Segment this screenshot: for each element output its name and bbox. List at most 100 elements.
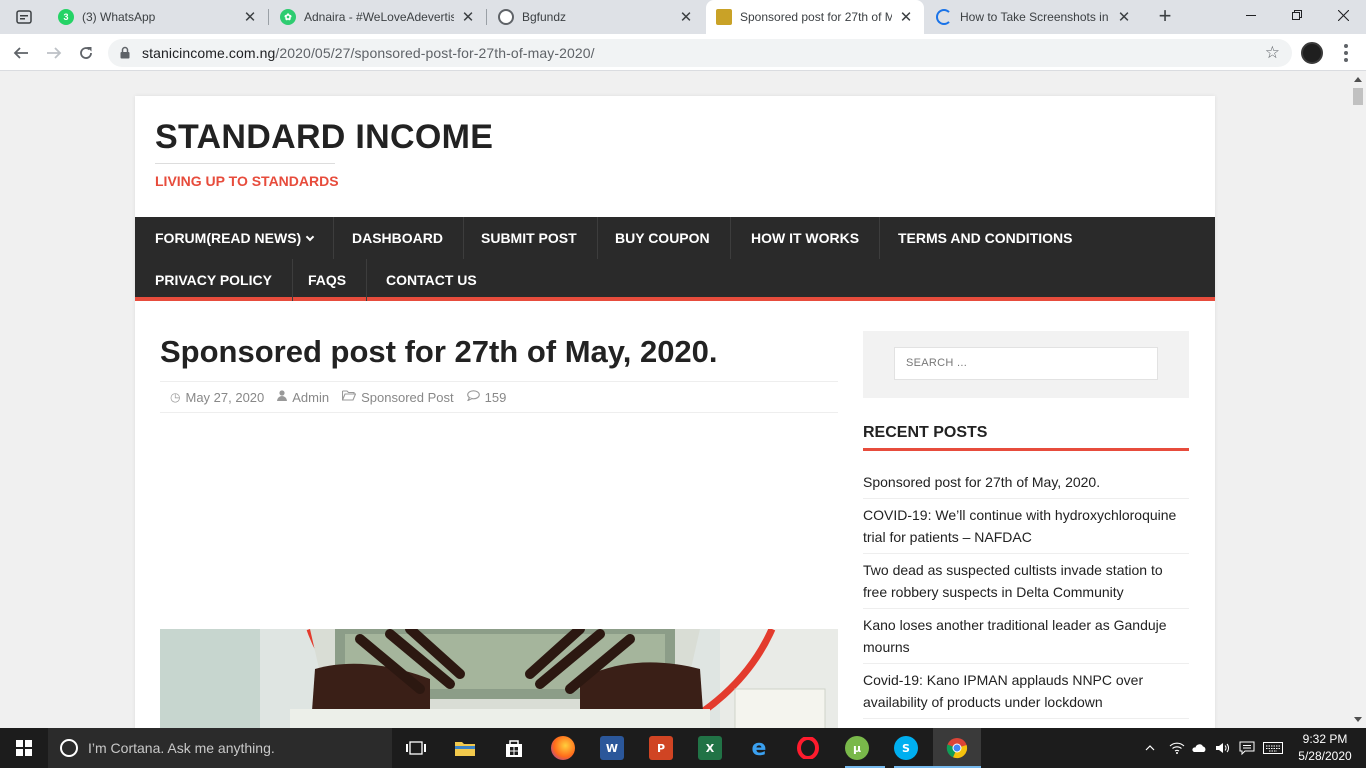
close-tab-icon[interactable]: ✕ xyxy=(460,8,476,26)
kebab-menu-icon[interactable] xyxy=(1338,41,1354,65)
cortana-icon xyxy=(60,739,78,757)
star-icon[interactable]: ☆ xyxy=(1265,43,1280,63)
nav-terms[interactable]: TERMS AND CONDITIONS xyxy=(878,217,1092,259)
edge-icon[interactable]: e xyxy=(747,736,771,761)
scroll-up-icon[interactable] xyxy=(1354,77,1362,82)
tab-title: (3) WhatsApp xyxy=(82,10,156,24)
chevron-down-icon xyxy=(305,232,315,242)
title-divider xyxy=(155,163,335,164)
word-icon[interactable]: W xyxy=(600,736,624,760)
lock-icon[interactable] xyxy=(120,46,130,59)
close-tab-icon[interactable]: ✕ xyxy=(1116,8,1132,26)
system-clock[interactable]: 9:32 PM 5/28/2020 xyxy=(1290,731,1360,765)
close-tab-icon[interactable]: ✕ xyxy=(898,8,914,26)
profile-avatar[interactable] xyxy=(1301,42,1323,64)
start-button[interactable] xyxy=(0,728,48,768)
post-featured-image xyxy=(160,629,838,728)
nav-label: FAQS xyxy=(308,272,347,288)
url-text[interactable]: stanicincome.com.ng/2020/05/27/sponsored… xyxy=(142,45,595,61)
opera-icon[interactable] xyxy=(796,736,820,760)
comment-icon xyxy=(466,390,480,404)
recent-post-link[interactable]: COVID-19: We’ll continue with hydroxychl… xyxy=(863,499,1189,554)
store-icon[interactable] xyxy=(502,736,526,760)
back-arrow-icon[interactable] xyxy=(8,40,34,66)
nav-contact-us[interactable]: CONTACT US xyxy=(366,259,497,301)
tab-search-icon[interactable] xyxy=(14,8,34,26)
address-bar[interactable]: stanicincome.com.ng/2020/05/27/sponsored… xyxy=(108,39,1292,67)
folder-icon xyxy=(342,390,357,404)
recent-post-link[interactable]: Two dead as suspected cultists invade st… xyxy=(863,554,1189,609)
nav-faqs[interactable]: FAQS xyxy=(288,259,368,301)
site-title[interactable]: STANDARD INCOME xyxy=(155,118,493,157)
post-date[interactable]: ◷ May 27, 2020 xyxy=(170,390,264,405)
scrollbar-thumb[interactable] xyxy=(1353,88,1363,105)
restore-button[interactable] xyxy=(1274,0,1320,30)
task-view-icon[interactable] xyxy=(404,736,428,760)
post-title: Sponsored post for 27th of May, 2020. xyxy=(160,334,718,369)
url-host: stanicincome.com.ng xyxy=(142,45,276,61)
nav-label: HOW IT WORKS xyxy=(751,230,860,246)
tab-title: Sponsored post for 27th of M xyxy=(740,10,892,24)
nav-forum[interactable]: FORUM(READ NEWS) xyxy=(135,217,335,259)
search-input[interactable]: SEARCH ... xyxy=(894,347,1158,380)
page-scrollbar[interactable] xyxy=(1350,71,1366,728)
user-icon xyxy=(277,390,288,404)
post-author[interactable]: Admin xyxy=(277,390,329,405)
nav-privacy-policy[interactable]: PRIVACY POLICY xyxy=(135,259,293,301)
nav-label: CONTACT US xyxy=(386,272,477,288)
file-explorer-icon[interactable] xyxy=(453,736,477,760)
clock-date: 5/28/2020 xyxy=(1298,749,1352,763)
powerpoint-icon[interactable]: P xyxy=(649,736,673,760)
whatsapp-favicon-icon: 3 xyxy=(58,9,74,25)
keyboard-icon[interactable] xyxy=(1260,728,1286,768)
loading-spinner-icon xyxy=(936,9,952,25)
onedrive-icon[interactable] xyxy=(1188,728,1210,768)
cortana-search-box[interactable]: I’m Cortana. Ask me anything. xyxy=(48,728,392,768)
nav-label: FORUM(READ NEWS) xyxy=(155,230,302,246)
skype-icon[interactable]: S xyxy=(894,736,918,760)
minimize-button[interactable] xyxy=(1228,0,1274,30)
post-category[interactable]: Sponsored Post xyxy=(342,390,454,405)
volume-icon[interactable] xyxy=(1212,728,1234,768)
post-comments[interactable]: 159 xyxy=(466,390,506,405)
tab-screenshots[interactable]: How to Take Screenshots in W ✕ xyxy=(926,0,1142,34)
site-container: STANDARD INCOME LIVING UP TO STANDARDS F… xyxy=(135,96,1215,728)
nav-buy-coupon[interactable]: BUY COUPON xyxy=(595,217,731,259)
new-tab-button[interactable]: + xyxy=(1153,5,1177,29)
chrome-icon[interactable] xyxy=(945,736,969,760)
tab-bgfundz[interactable]: Bgfundz ✕ xyxy=(488,0,704,34)
post-author-text: Admin xyxy=(292,389,330,405)
main-navigation: FORUM(READ NEWS) DASHBOARD SUBMIT POST B… xyxy=(135,217,1215,301)
recent-post-link[interactable]: Covid-19: Kano IPMAN applauds NNPC over … xyxy=(863,664,1189,719)
nav-dashboard[interactable]: DASHBOARD xyxy=(332,217,464,259)
chevron-up-icon[interactable] xyxy=(1140,728,1160,768)
sidebar-search-widget: SEARCH ... xyxy=(863,331,1189,398)
scroll-down-icon[interactable] xyxy=(1354,717,1362,722)
recent-post-link[interactable]: Sponsored post for 27th of May, 2020. xyxy=(863,466,1189,499)
nav-how-it-works[interactable]: HOW IT WORKS xyxy=(731,217,881,259)
excel-icon[interactable]: X xyxy=(698,736,722,760)
wifi-icon[interactable] xyxy=(1165,728,1189,768)
site-favicon-icon xyxy=(716,9,732,25)
firefox-icon[interactable] xyxy=(551,736,575,760)
utorrent-icon[interactable]: μ xyxy=(845,736,869,760)
reload-icon[interactable] xyxy=(73,40,99,66)
windows-logo-icon xyxy=(16,740,32,756)
close-tab-icon[interactable]: ✕ xyxy=(242,8,258,26)
recent-post-link[interactable]: Kano loses another traditional leader as… xyxy=(863,609,1189,664)
forward-arrow-icon[interactable] xyxy=(41,40,67,66)
tab-title: Bgfundz xyxy=(522,10,567,24)
tab-sponsored-post[interactable]: Sponsored post for 27th of M ✕ xyxy=(706,0,924,34)
close-window-button[interactable] xyxy=(1320,0,1366,30)
nav-submit-post[interactable]: SUBMIT POST xyxy=(461,217,598,259)
recent-posts-heading: RECENT POSTS xyxy=(863,424,988,441)
close-tab-icon[interactable]: ✕ xyxy=(678,8,694,26)
windows-taskbar: I’m Cortana. Ask me anything. W P X e μ … xyxy=(0,728,1366,768)
action-center-icon[interactable] xyxy=(1236,728,1258,768)
cortana-placeholder: I’m Cortana. Ask me anything. xyxy=(88,740,275,756)
clock-time: 9:32 PM xyxy=(1302,732,1348,746)
tab-adnaira[interactable]: ✿ Adnaira - #WeLoveAdevertisi ✕ xyxy=(270,0,486,34)
nav-label: TERMS AND CONDITIONS xyxy=(898,230,1073,246)
tab-whatsapp[interactable]: 3 (3) WhatsApp ✕ xyxy=(48,0,268,34)
url-path: /2020/05/27/sponsored-post-for-27th-of-m… xyxy=(275,45,595,61)
